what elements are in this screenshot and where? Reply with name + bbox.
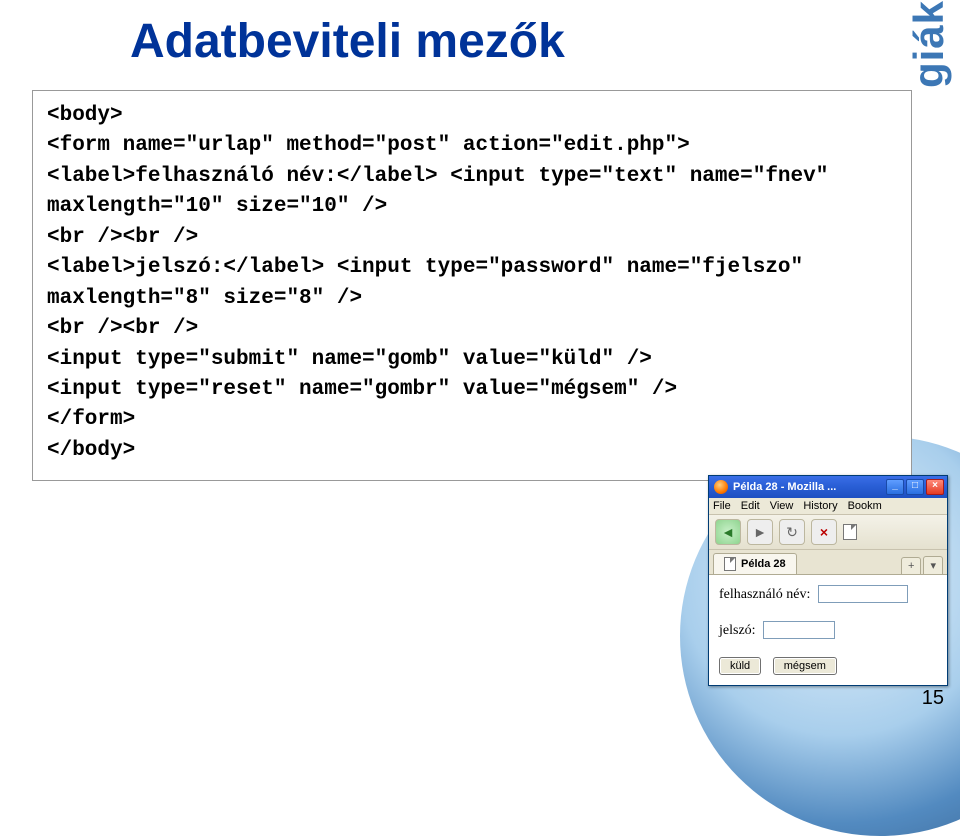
menu-bookmarks[interactable]: Bookm bbox=[848, 500, 882, 512]
menu-file[interactable]: File bbox=[713, 500, 731, 512]
document-icon bbox=[843, 524, 857, 540]
tab-active[interactable]: Példa 28 bbox=[713, 553, 797, 574]
code-example: <body> <form name="urlap" method="post" … bbox=[32, 90, 912, 481]
firefox-icon bbox=[714, 480, 728, 494]
menubar: File Edit View History Bookm bbox=[709, 498, 947, 515]
submit-button[interactable]: küld bbox=[719, 657, 761, 675]
page-number: 15 bbox=[922, 687, 944, 710]
maximize-button[interactable]: □ bbox=[906, 479, 924, 495]
minimize-button[interactable]: _ bbox=[886, 479, 904, 495]
username-input[interactable] bbox=[818, 585, 908, 603]
toolbar: ◄ ► ↻ × bbox=[709, 515, 947, 550]
reset-button[interactable]: mégsem bbox=[773, 657, 837, 675]
browser-window: Példa 28 - Mozilla ... _ □ × File Edit V… bbox=[708, 475, 948, 686]
close-button[interactable]: × bbox=[926, 479, 944, 495]
forward-button[interactable]: ► bbox=[747, 519, 773, 545]
page-content: felhasználó név: jelszó: küld mégsem bbox=[709, 575, 947, 685]
menu-history[interactable]: History bbox=[803, 500, 837, 512]
tab-label: Példa 28 bbox=[741, 558, 786, 570]
stop-button[interactable]: × bbox=[811, 519, 837, 545]
username-label: felhasználó név: bbox=[719, 587, 810, 602]
side-decorative-text: giák bbox=[905, 0, 953, 88]
window-title: Példa 28 - Mozilla ... bbox=[733, 481, 886, 493]
reload-button[interactable]: ↻ bbox=[779, 519, 805, 545]
password-label: jelszó: bbox=[719, 623, 756, 638]
menu-view[interactable]: View bbox=[770, 500, 794, 512]
tab-bar: Példa 28 + ▾ bbox=[709, 550, 947, 575]
titlebar: Példa 28 - Mozilla ... _ □ × bbox=[709, 476, 947, 498]
menu-edit[interactable]: Edit bbox=[741, 500, 760, 512]
tab-doc-icon bbox=[724, 557, 736, 571]
slide-title: Adatbeviteli mezők bbox=[130, 14, 565, 69]
new-tab-button[interactable]: + bbox=[901, 557, 921, 574]
tab-dropdown[interactable]: ▾ bbox=[923, 556, 943, 574]
password-input[interactable] bbox=[763, 621, 835, 639]
back-button[interactable]: ◄ bbox=[715, 519, 741, 545]
